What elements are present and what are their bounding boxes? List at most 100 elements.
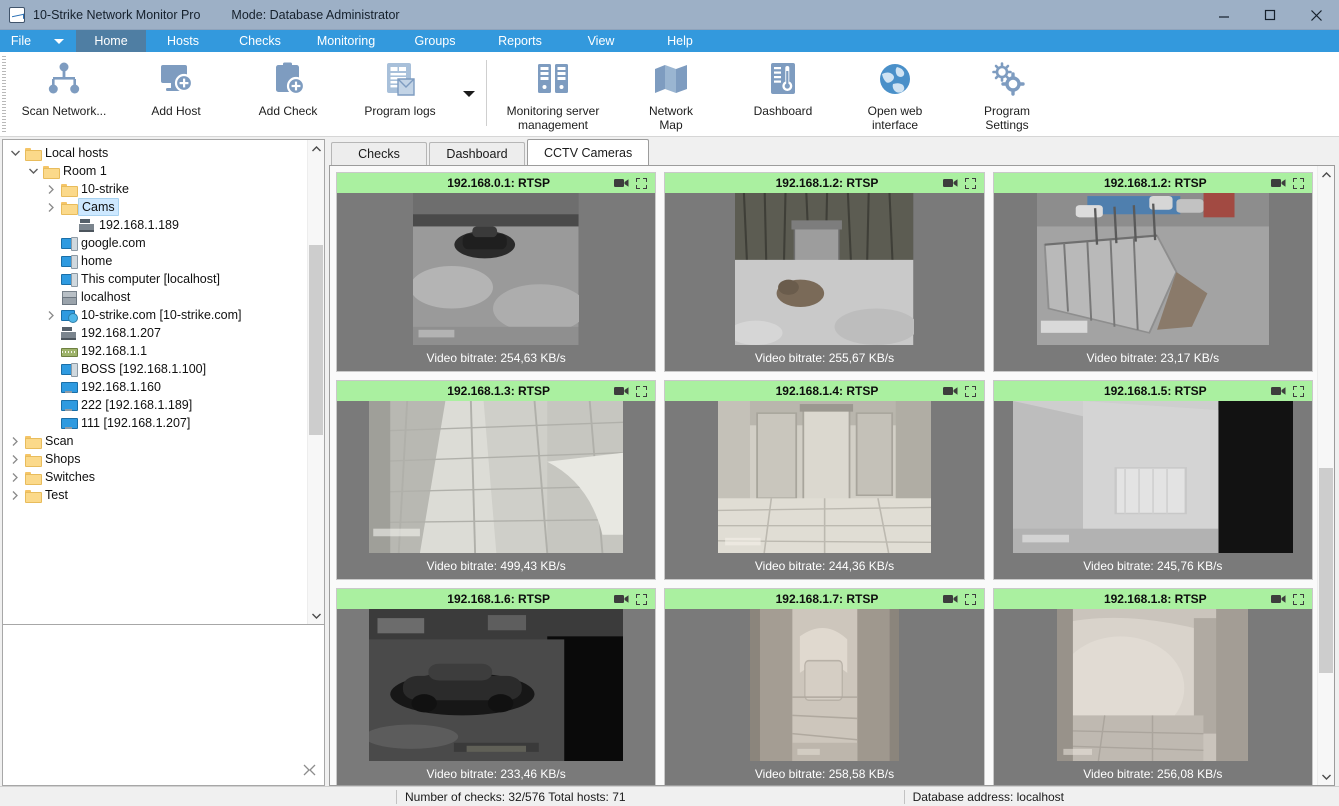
fullscreen-icon[interactable] xyxy=(636,386,647,397)
expander-right-icon[interactable] xyxy=(7,491,23,500)
menu-item-home[interactable]: Home xyxy=(76,30,146,52)
tree-item[interactable]: BOSS [192.168.1.100] xyxy=(3,360,307,378)
fullscreen-icon[interactable] xyxy=(965,594,976,605)
fullscreen-icon[interactable] xyxy=(1293,386,1304,397)
fullscreen-icon[interactable] xyxy=(965,386,976,397)
expander-right-icon[interactable] xyxy=(7,473,23,482)
scan-network-button[interactable]: Scan Network... xyxy=(8,52,120,132)
tree-item[interactable]: Local hosts xyxy=(3,144,307,162)
expander-right-icon[interactable] xyxy=(43,311,59,320)
expander-right-icon[interactable] xyxy=(43,185,59,194)
tree-scrollbar[interactable] xyxy=(307,140,324,624)
tree-item[interactable]: Shops xyxy=(3,450,307,468)
close-icon[interactable] xyxy=(1293,0,1339,30)
camera-tile[interactable]: 192.168.1.2: RTSP Video bitrate: 23,17 K… xyxy=(993,172,1313,372)
tree-item[interactable]: Cams xyxy=(3,198,307,216)
scroll-up-icon[interactable] xyxy=(1318,166,1334,183)
maximize-icon[interactable] xyxy=(1247,0,1293,30)
tab-cctv-cameras[interactable]: CCTV Cameras xyxy=(527,139,649,165)
open-web-interface-button[interactable]: Open web interface xyxy=(839,52,951,132)
camera-tile[interactable]: 192.168.1.5: RTSP Video bitrate: 245,76 … xyxy=(993,380,1313,580)
video-camera-icon[interactable] xyxy=(943,178,958,188)
tree-item[interactable]: Room 1 xyxy=(3,162,307,180)
menu-item-help[interactable]: Help xyxy=(640,30,720,52)
tree-item[interactable]: 10-strike xyxy=(3,180,307,198)
camera-tile[interactable]: 192.168.1.7: RTSP Video bitrate: 258,58 … xyxy=(664,588,984,785)
network-map-button[interactable]: Network Map xyxy=(615,52,727,132)
camera-tile[interactable]: 192.168.0.1: RTSP Video bitrate: 254,63 … xyxy=(336,172,656,372)
camera-tile[interactable]: 192.168.1.8: RTSP Video bitrate: 256,08 … xyxy=(993,588,1313,785)
camera-scroll-track[interactable] xyxy=(1318,183,1334,768)
add-host-button[interactable]: Add Host xyxy=(120,52,232,132)
menu-item-groups[interactable]: Groups xyxy=(392,30,478,52)
tree-item[interactable]: 192.168.1.207 xyxy=(3,324,307,342)
video-camera-icon[interactable] xyxy=(614,178,629,188)
expander-right-icon[interactable] xyxy=(7,455,23,464)
tree-item[interactable]: google.com xyxy=(3,234,307,252)
tree-scroll-track[interactable] xyxy=(308,157,324,607)
camera-tile[interactable]: 192.168.1.3: RTSP Video bitrate: 499,43 … xyxy=(336,380,656,580)
scroll-down-icon[interactable] xyxy=(1318,768,1334,785)
menu-item-reports[interactable]: Reports xyxy=(478,30,562,52)
tree-item[interactable]: Scan xyxy=(3,432,307,450)
expander-down-icon[interactable] xyxy=(25,168,41,174)
tree-item[interactable]: 222 [192.168.1.189] xyxy=(3,396,307,414)
program-logs-button[interactable]: Program logs xyxy=(344,52,456,132)
video-camera-icon[interactable] xyxy=(614,386,629,396)
fullscreen-icon[interactable] xyxy=(636,594,647,605)
dashboard-button[interactable]: Dashboard xyxy=(727,52,839,132)
tree-scroll-thumb[interactable] xyxy=(309,245,323,435)
tree-item[interactable]: localhost xyxy=(3,288,307,306)
tree-item[interactable]: 111 [192.168.1.207] xyxy=(3,414,307,432)
video-camera-icon[interactable] xyxy=(1271,594,1286,604)
monitoring-server-management-button[interactable]: Monitoring server management xyxy=(491,52,615,132)
menu-item-checks[interactable]: Checks xyxy=(220,30,300,52)
video-camera-icon[interactable] xyxy=(614,594,629,604)
tree-item[interactable]: home xyxy=(3,252,307,270)
tree-item[interactable]: 192.168.1.160 xyxy=(3,378,307,396)
tree-item[interactable]: 10-strike.com [10-strike.com] xyxy=(3,306,307,324)
menu-item-view[interactable]: View xyxy=(562,30,640,52)
tab-checks[interactable]: Checks xyxy=(331,142,427,165)
camera-video[interactable] xyxy=(665,401,983,553)
video-camera-icon[interactable] xyxy=(943,386,958,396)
scroll-up-icon[interactable] xyxy=(308,140,324,157)
program-settings-button[interactable]: Program Settings xyxy=(951,52,1063,132)
tree-item[interactable]: 192.168.1.1 xyxy=(3,342,307,360)
expander-right-icon[interactable] xyxy=(43,203,59,212)
menu-item-hosts[interactable]: Hosts xyxy=(146,30,220,52)
camera-tile[interactable]: 192.168.1.4: RTSP Video bitrate: 244,36 … xyxy=(664,380,984,580)
resize-grip-icon[interactable] xyxy=(303,764,316,779)
expander-down-icon[interactable] xyxy=(7,150,23,156)
camera-video[interactable] xyxy=(665,609,983,761)
camera-video[interactable] xyxy=(665,193,983,345)
add-check-button[interactable]: Add Check xyxy=(232,52,344,132)
video-camera-icon[interactable] xyxy=(1271,386,1286,396)
scroll-down-icon[interactable] xyxy=(308,607,324,624)
menu-item-monitoring[interactable]: Monitoring xyxy=(300,30,392,52)
camera-scroll-thumb[interactable] xyxy=(1319,468,1333,673)
camera-video[interactable] xyxy=(337,193,655,345)
minimize-icon[interactable] xyxy=(1201,0,1247,30)
program-logs-dropdown[interactable] xyxy=(456,52,482,132)
host-tree[interactable]: Local hostsRoom 110-strikeCams192.168.1.… xyxy=(3,140,307,624)
camera-tile[interactable]: 192.168.1.6: RTSP Video bitrate: 233,46 … xyxy=(336,588,656,785)
tree-item[interactable]: This computer [localhost] xyxy=(3,270,307,288)
expander-right-icon[interactable] xyxy=(7,437,23,446)
fullscreen-icon[interactable] xyxy=(965,178,976,189)
fullscreen-icon[interactable] xyxy=(636,178,647,189)
fullscreen-icon[interactable] xyxy=(1293,594,1304,605)
camera-video[interactable] xyxy=(337,401,655,553)
camera-video[interactable] xyxy=(994,401,1312,553)
menu-dropdown-icon[interactable] xyxy=(42,30,76,52)
camera-tile[interactable]: 192.168.1.2: RTSP Video bitrate: 255,67 … xyxy=(664,172,984,372)
tree-item[interactable]: 192.168.1.189 xyxy=(3,216,307,234)
camera-scrollbar[interactable] xyxy=(1317,166,1334,785)
video-camera-icon[interactable] xyxy=(943,594,958,604)
video-camera-icon[interactable] xyxy=(1271,178,1286,188)
camera-video[interactable] xyxy=(337,609,655,761)
camera-video[interactable] xyxy=(994,609,1312,761)
tree-item[interactable]: Switches xyxy=(3,468,307,486)
fullscreen-icon[interactable] xyxy=(1293,178,1304,189)
menu-item-file[interactable]: File xyxy=(0,30,42,52)
